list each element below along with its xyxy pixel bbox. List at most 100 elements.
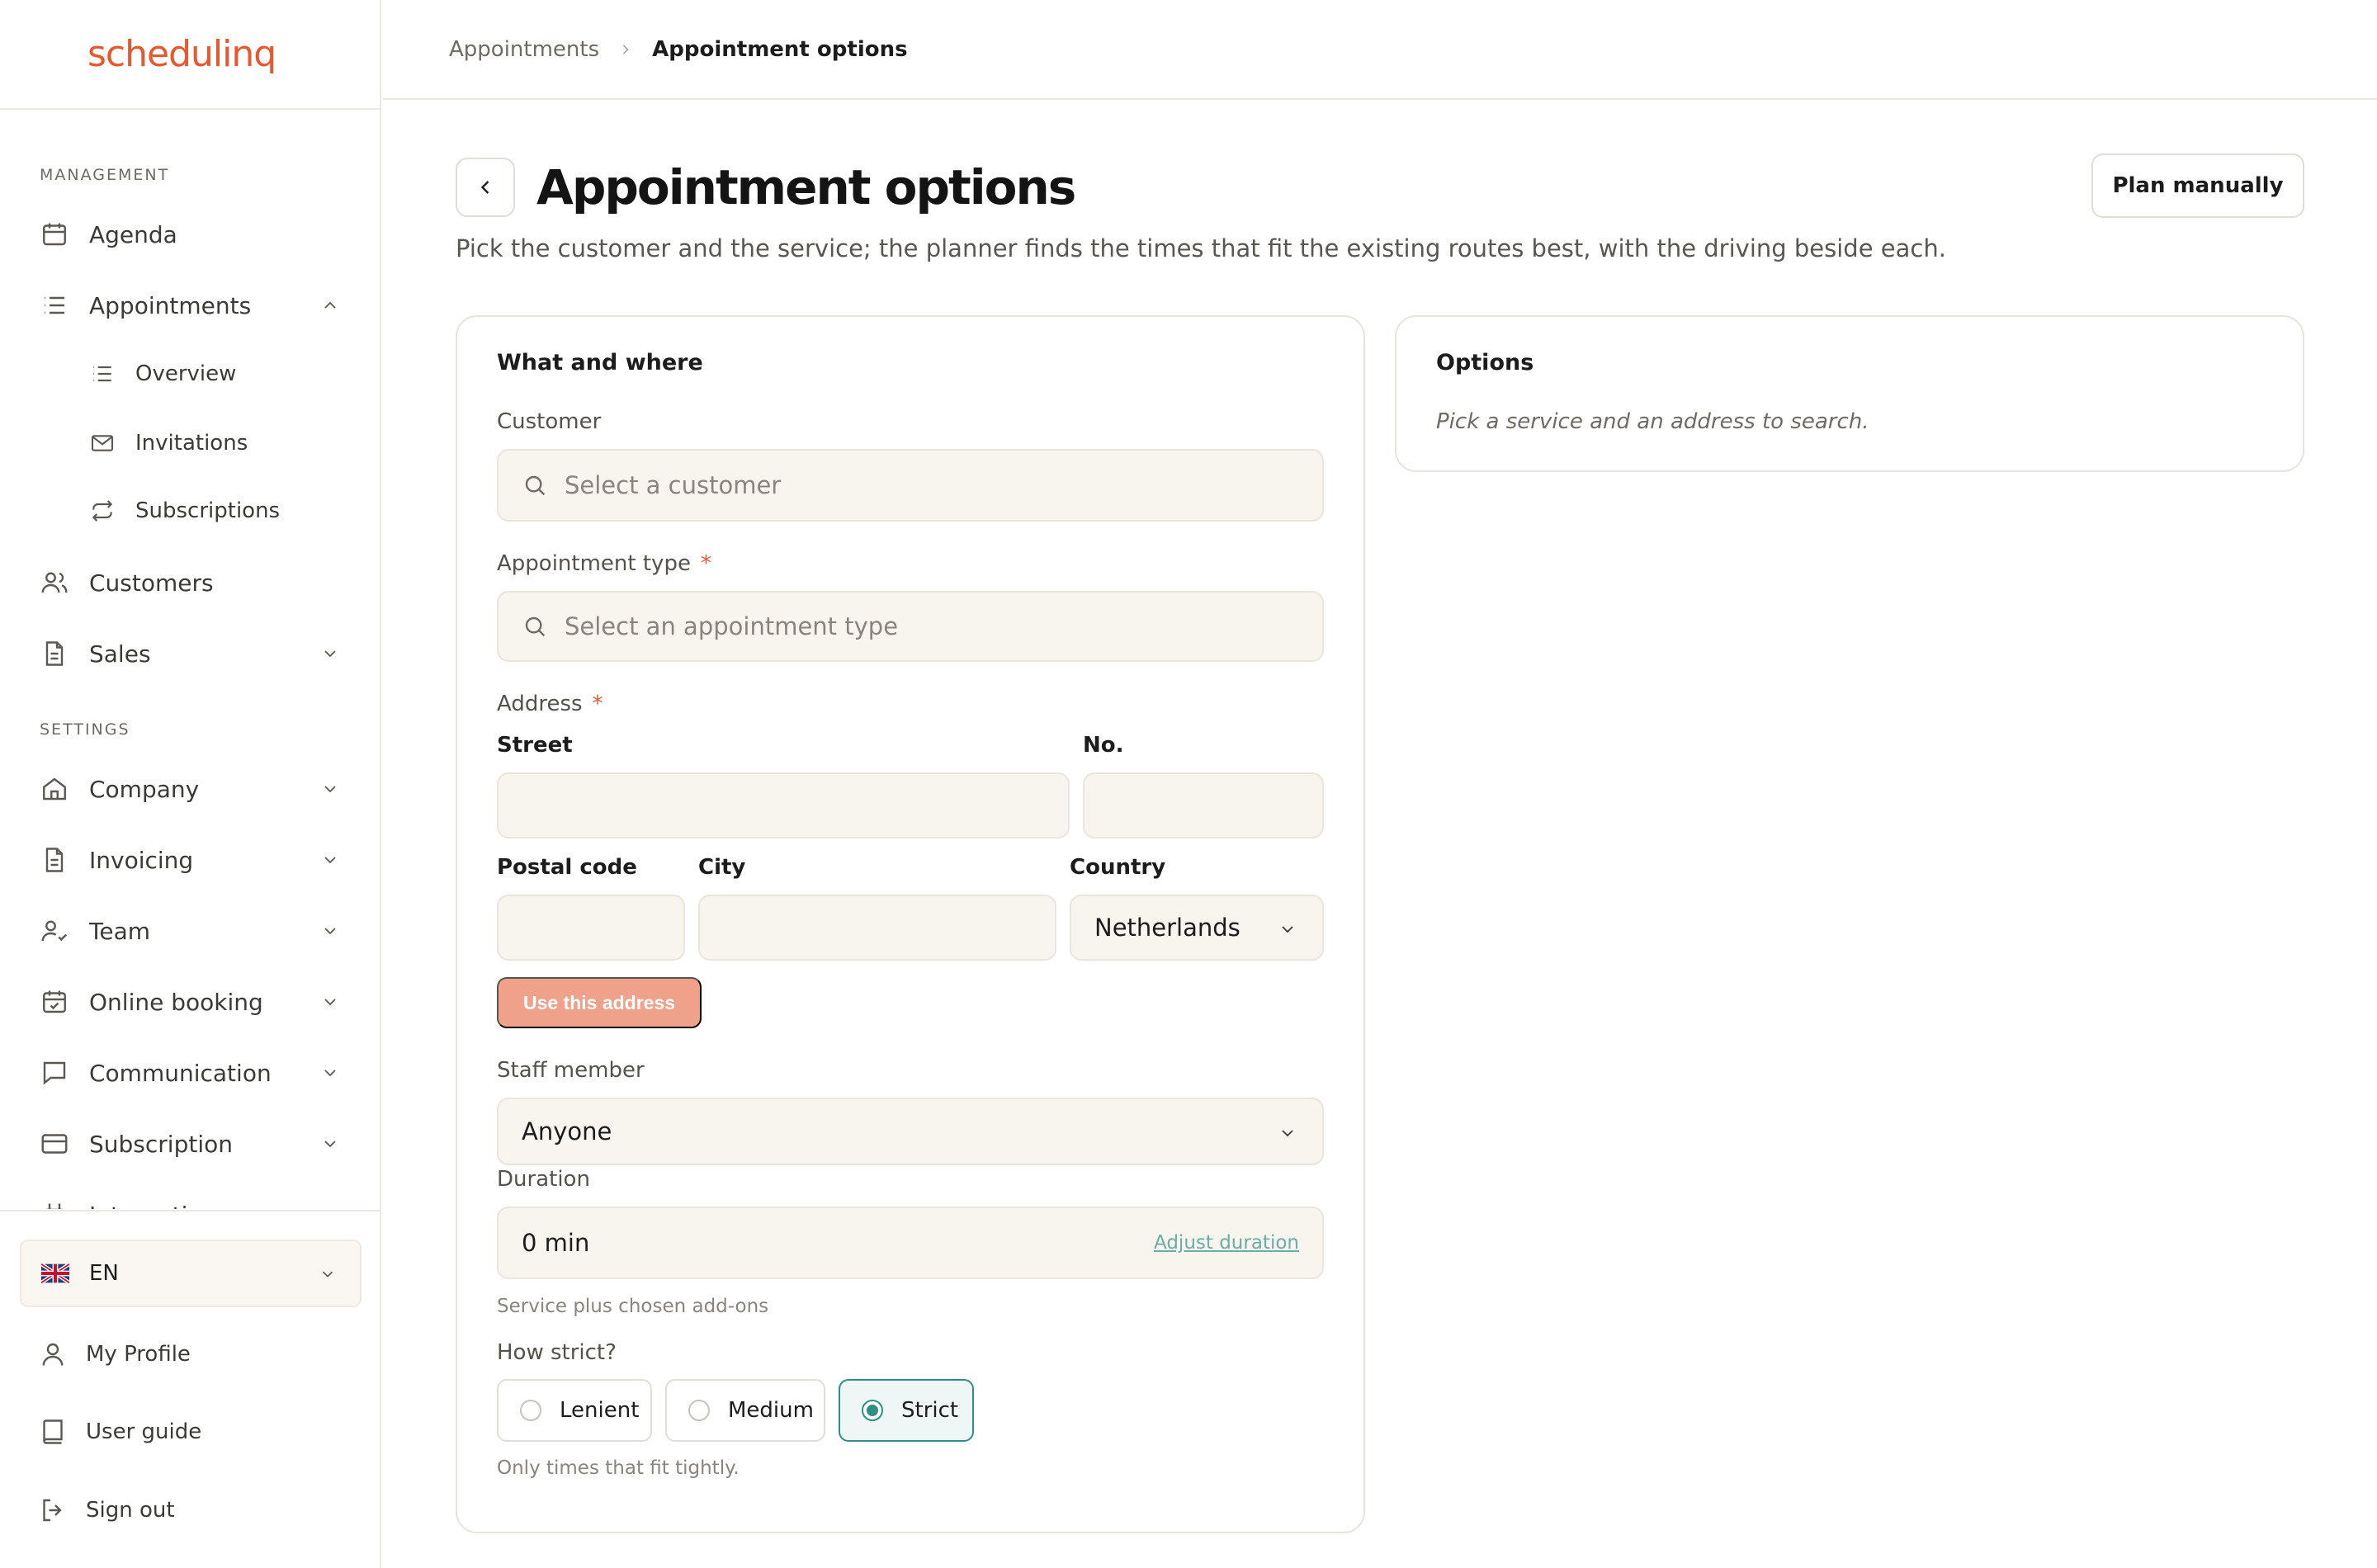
street-input[interactable]	[497, 772, 1070, 838]
document-icon	[40, 845, 69, 875]
sidebar-item-communication[interactable]: Communication	[20, 1043, 362, 1103]
staff-member-label: Staff member	[497, 1058, 645, 1083]
language-select[interactable]: EN	[20, 1240, 362, 1307]
chevron-down-icon	[320, 850, 340, 870]
book-icon	[38, 1417, 68, 1447]
customer-select[interactable]: Select a customer	[497, 449, 1324, 522]
city-input[interactable]	[698, 895, 1056, 961]
sidebar-item-label: Appointments	[89, 291, 252, 319]
sidebar-subitem-label: Overview	[135, 361, 237, 386]
back-button[interactable]	[456, 158, 515, 217]
sidebar-footer: EN My Profile User guide Sign out	[0, 1210, 380, 1568]
section-label-settings: SETTINGS	[40, 720, 130, 739]
adjust-duration-link[interactable]: Adjust duration	[1154, 1232, 1299, 1254]
radio-selected-icon	[862, 1400, 883, 1421]
sidebar-item-team[interactable]: Team	[20, 901, 362, 961]
users-icon	[40, 568, 69, 597]
appointment-type-label-text: Appointment type	[497, 551, 691, 576]
sidebar-item-agenda[interactable]: Agenda	[20, 205, 362, 264]
chevron-down-icon	[1278, 1123, 1297, 1143]
duration-helper-text: Service plus chosen add-ons	[497, 1296, 769, 1317]
strictness-option-label: Medium	[728, 1398, 814, 1423]
sidebar-item-subscription[interactable]: Subscription	[20, 1114, 362, 1174]
house-number-input[interactable]	[1083, 772, 1324, 838]
plan-manually-button[interactable]: Plan manually	[2091, 153, 2304, 218]
appointment-type-placeholder: Select an appointment type	[565, 612, 899, 640]
sidebar-subitem-invitations[interactable]: Invitations	[71, 417, 362, 470]
chat-icon	[40, 1058, 69, 1088]
duration-label: Duration	[497, 1167, 590, 1192]
chevron-down-icon	[320, 992, 340, 1012]
chevron-down-icon	[320, 779, 340, 799]
sidebar-subitem-label: Invitations	[135, 431, 248, 456]
duration-input[interactable]: 0 min Adjust duration	[497, 1207, 1324, 1279]
sidebar-item-appointments[interactable]: Appointments	[20, 276, 362, 335]
calendar-icon	[40, 220, 69, 249]
required-marker: *	[592, 692, 603, 716]
sidebar-item-sales[interactable]: Sales	[20, 624, 362, 683]
list-icon	[89, 361, 116, 387]
sidebar-nav[interactable]: MANAGEMENT Agenda Appointments Overview	[0, 111, 380, 1209]
sidebar-item-integrations[interactable]: Integrations	[20, 1185, 362, 1209]
sidebar-subitem-overview[interactable]: Overview	[71, 347, 362, 400]
home-icon	[40, 774, 69, 804]
postal-code-label: Postal code	[497, 855, 637, 880]
chevron-up-icon	[320, 295, 340, 315]
use-this-address-button[interactable]: Use this address	[497, 977, 702, 1028]
breadcrumb-current: Appointment options	[652, 36, 908, 62]
address-label: Address *	[497, 692, 603, 716]
sidebar-item-label: Integrations	[89, 1202, 229, 1210]
my-profile-link[interactable]: My Profile	[20, 1325, 362, 1383]
sidebar-item-customers[interactable]: Customers	[20, 553, 362, 612]
options-card	[1395, 315, 2304, 472]
country-select[interactable]: Netherlands	[1070, 895, 1324, 961]
chevron-down-icon	[1278, 919, 1297, 939]
country-label: Country	[1070, 855, 1166, 880]
app-logo[interactable]: schedulinq	[87, 33, 276, 75]
list-icon	[40, 290, 69, 320]
breadcrumb: Appointments Appointment options	[383, 0, 2377, 100]
strictness-option-label: Strict	[901, 1398, 959, 1423]
sidebar-item-label: Sales	[89, 640, 151, 668]
sidebar-subitem-subscriptions[interactable]: Subscriptions	[71, 484, 362, 537]
radio-icon	[688, 1400, 710, 1421]
chevron-down-icon	[320, 921, 340, 941]
sidebar-item-label: Agenda	[89, 220, 177, 248]
search-icon	[522, 472, 548, 498]
sign-out-link[interactable]: Sign out	[20, 1481, 362, 1539]
number-label: No.	[1083, 733, 1124, 758]
sidebar-item-online-booking[interactable]: Online booking	[20, 972, 362, 1032]
user-guide-label: User guide	[86, 1419, 202, 1444]
chevron-down-icon	[319, 1265, 337, 1283]
sidebar-item-company[interactable]: Company	[20, 759, 362, 819]
staff-member-select[interactable]: Anyone	[497, 1098, 1324, 1165]
user-guide-link[interactable]: User guide	[20, 1403, 362, 1461]
sidebar: schedulinq MANAGEMENT Agenda Appointment…	[0, 0, 381, 1568]
chevron-down-icon	[320, 1063, 340, 1083]
duration-value: 0 min	[522, 1229, 590, 1257]
strictness-option-lenient[interactable]: Lenient	[497, 1379, 652, 1442]
strictness-option-medium[interactable]: Medium	[665, 1379, 825, 1442]
section-label-management: MANAGEMENT	[40, 166, 170, 184]
chevron-right-icon	[617, 41, 634, 58]
street-label: Street	[497, 733, 573, 758]
appointment-type-select[interactable]: Select an appointment type	[497, 591, 1324, 662]
postal-code-input[interactable]	[497, 895, 685, 961]
chevron-down-icon	[320, 644, 340, 664]
customer-placeholder: Select a customer	[565, 471, 782, 499]
credit-card-icon	[40, 1129, 69, 1159]
appointment-type-label: Appointment type *	[497, 551, 711, 576]
language-value: EN	[89, 1261, 119, 1286]
sidebar-item-invoicing[interactable]: Invoicing	[20, 830, 362, 890]
customer-label: Customer	[497, 409, 602, 434]
chevron-down-icon	[320, 1134, 340, 1154]
sidebar-item-label: Online booking	[89, 988, 263, 1016]
strictness-option-strict[interactable]: Strict	[839, 1379, 974, 1442]
sidebar-item-label: Customers	[89, 569, 214, 597]
plug-icon	[40, 1200, 69, 1209]
breadcrumb-appointments[interactable]: Appointments	[449, 37, 599, 62]
sidebar-item-label: Subscription	[89, 1130, 233, 1158]
chevron-left-icon	[474, 176, 497, 199]
sidebar-item-label: Communication	[89, 1059, 272, 1087]
required-marker: *	[700, 551, 711, 576]
